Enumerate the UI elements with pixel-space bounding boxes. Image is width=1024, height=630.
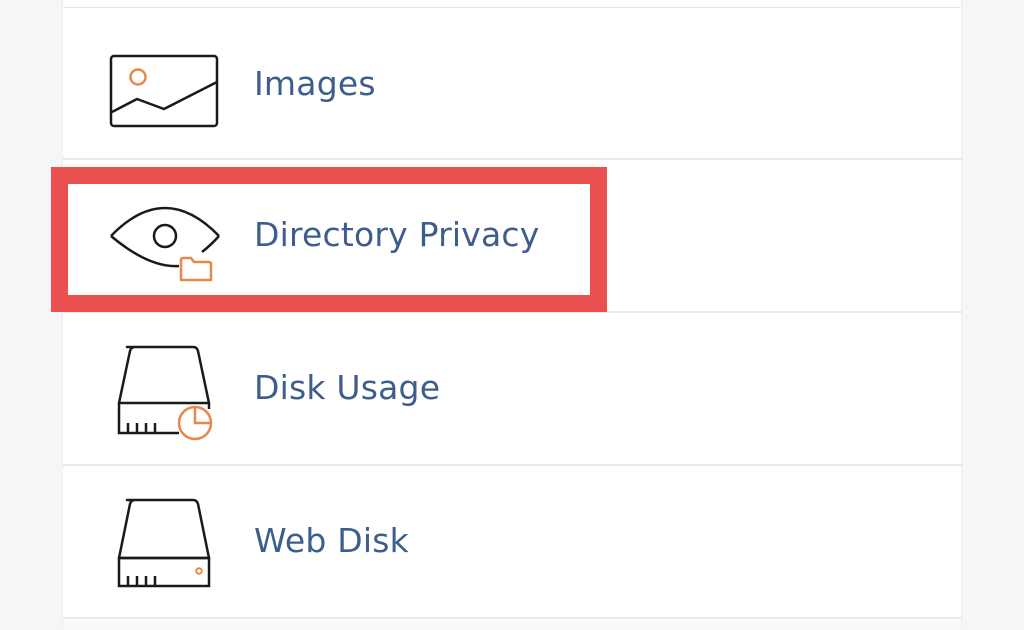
bottom-divider (63, 620, 961, 630)
eye-folder-icon (107, 186, 220, 286)
tool-label: Directory Privacy (254, 215, 540, 254)
image-icon (107, 32, 219, 132)
files-tool-list: Images Directory Privacy Disk Usage Web … (62, 0, 963, 630)
disk-usage-icon (107, 339, 217, 441)
tool-item-directory-privacy[interactable]: Directory Privacy (63, 160, 963, 313)
tool-label: Disk Usage (254, 368, 441, 407)
tool-label: Web Disk (254, 521, 409, 560)
tool-item-disk-usage[interactable]: Disk Usage (63, 313, 963, 466)
tool-item-web-disk[interactable]: Web Disk (63, 466, 963, 619)
tool-item-images[interactable]: Images (63, 8, 963, 160)
tool-label: Images (254, 64, 376, 103)
web-disk-icon (107, 492, 217, 592)
